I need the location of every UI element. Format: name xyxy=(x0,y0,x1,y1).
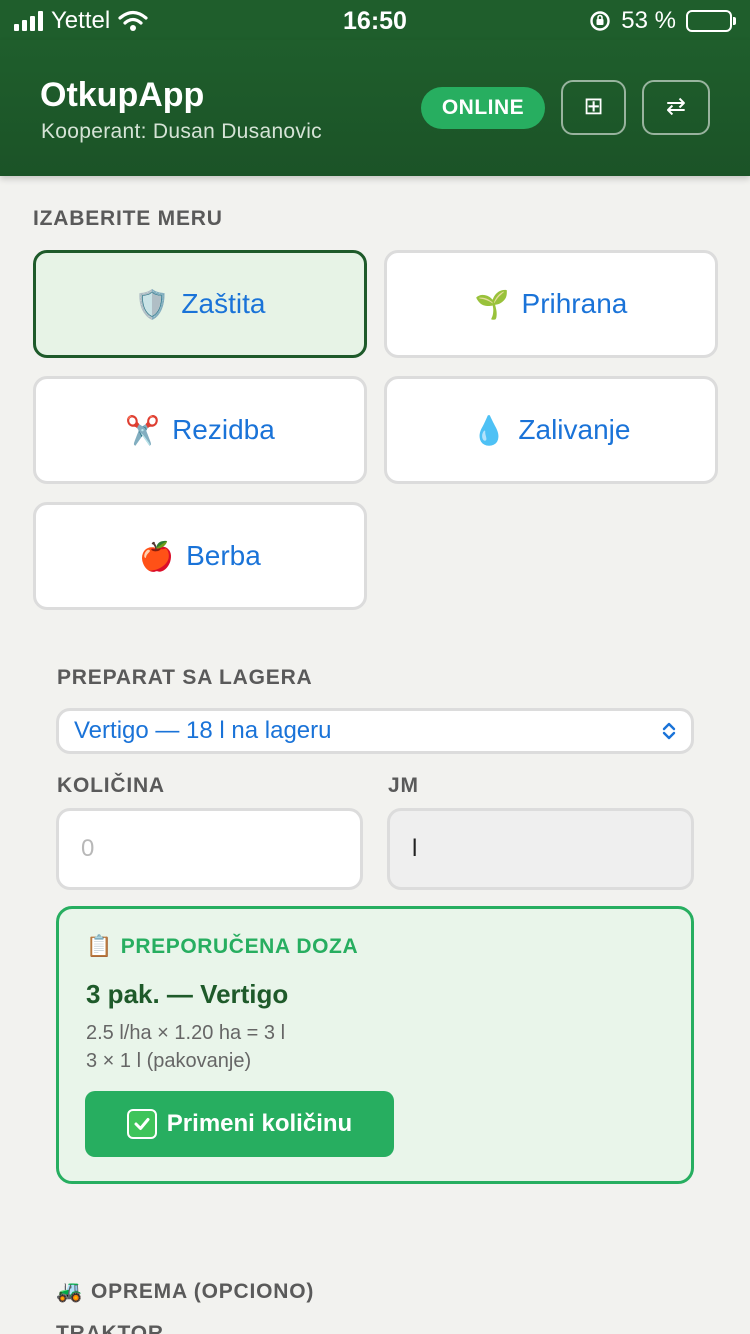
measure-label: Zaštita xyxy=(181,288,266,319)
preparat-select[interactable]: Vertigo — 18 l na lageru xyxy=(56,708,694,754)
measure-label: Rezidba xyxy=(172,414,275,445)
measure-zalivanje-button[interactable]: 💧 Zalivanje xyxy=(384,376,718,484)
dose-packaging: 3 × 1 l (pakovanje) xyxy=(86,1050,252,1072)
cooperant-name: Kooperant: Dusan Dusanovic xyxy=(41,120,322,143)
apple-icon: 🍎 xyxy=(139,540,175,572)
grid-view-button[interactable]: ⊞ xyxy=(561,80,626,135)
online-status-badge: ONLINE xyxy=(421,87,545,129)
check-icon xyxy=(126,1109,157,1139)
app-header: OtkupApp Kooperant: Dusan Dusanovic ONLI… xyxy=(0,40,750,176)
status-bar: Yettel 16:50 53 % xyxy=(0,0,750,40)
quantity-input[interactable]: 0 xyxy=(56,808,363,890)
scissors-icon: ✂️ xyxy=(125,414,161,446)
measure-label: Berba xyxy=(186,540,261,571)
swap-button[interactable]: ⇄ xyxy=(642,80,710,135)
chevron-updown-icon xyxy=(662,722,676,740)
clipboard-icon: 📋 xyxy=(86,935,113,958)
apply-quantity-button[interactable]: Primeni količinu xyxy=(85,1091,394,1157)
equipment-section: 🚜 OPREMA (OPCIONO) xyxy=(56,1280,314,1304)
seedling-icon: 🌱 xyxy=(474,288,510,320)
dose-title: 3 pak. — Vertigo xyxy=(86,979,289,1009)
recommended-dose-card: 📋 PREPORUČENA DOZA 3 pak. — Vertigo 2.5 … xyxy=(56,906,694,1184)
status-right: 53 % xyxy=(589,7,736,35)
dose-calculation: 2.5 l/ha × 1.20 ha = 3 l xyxy=(86,1022,286,1044)
shield-icon: 🛡️ xyxy=(134,288,170,320)
tractor-label: TRAKTOR xyxy=(56,1322,164,1334)
measure-section-label: IZABERITE MERU xyxy=(33,207,223,230)
app-title: OtkupApp xyxy=(40,76,205,114)
battery-percent: 53 % xyxy=(621,7,676,34)
dose-header-label: PREPORUČENA DOZA xyxy=(120,935,359,958)
unit-label: JM xyxy=(388,774,419,797)
battery-icon xyxy=(686,10,736,32)
equipment-label: OPREMA (OPCIONO) xyxy=(90,1280,315,1303)
measure-label: Zalivanje xyxy=(518,414,631,445)
dose-header: 📋 PREPORUČENA DOZA xyxy=(86,935,358,959)
unit-field: l xyxy=(387,808,694,890)
apply-button-label: Primeni količinu xyxy=(166,1110,353,1137)
droplet-icon: 💧 xyxy=(471,414,507,446)
tractor-icon: 🚜 xyxy=(56,1280,83,1303)
measure-label: Prihrana xyxy=(521,288,628,319)
orientation-lock-icon xyxy=(590,11,610,31)
measure-berba-button[interactable]: 🍎 Berba xyxy=(33,502,367,610)
measure-zastita-button[interactable]: 🛡️ Zaštita xyxy=(33,250,367,358)
preparat-label: PREPARAT SA LAGERA xyxy=(57,666,313,689)
preparat-selected-value: Vertigo — 18 l na lageru xyxy=(74,717,332,744)
quantity-label: KOLIČINA xyxy=(57,774,165,797)
measure-rezidba-button[interactable]: ✂️ Rezidba xyxy=(33,376,367,484)
measure-prihrana-button[interactable]: 🌱 Prihrana xyxy=(384,250,718,358)
